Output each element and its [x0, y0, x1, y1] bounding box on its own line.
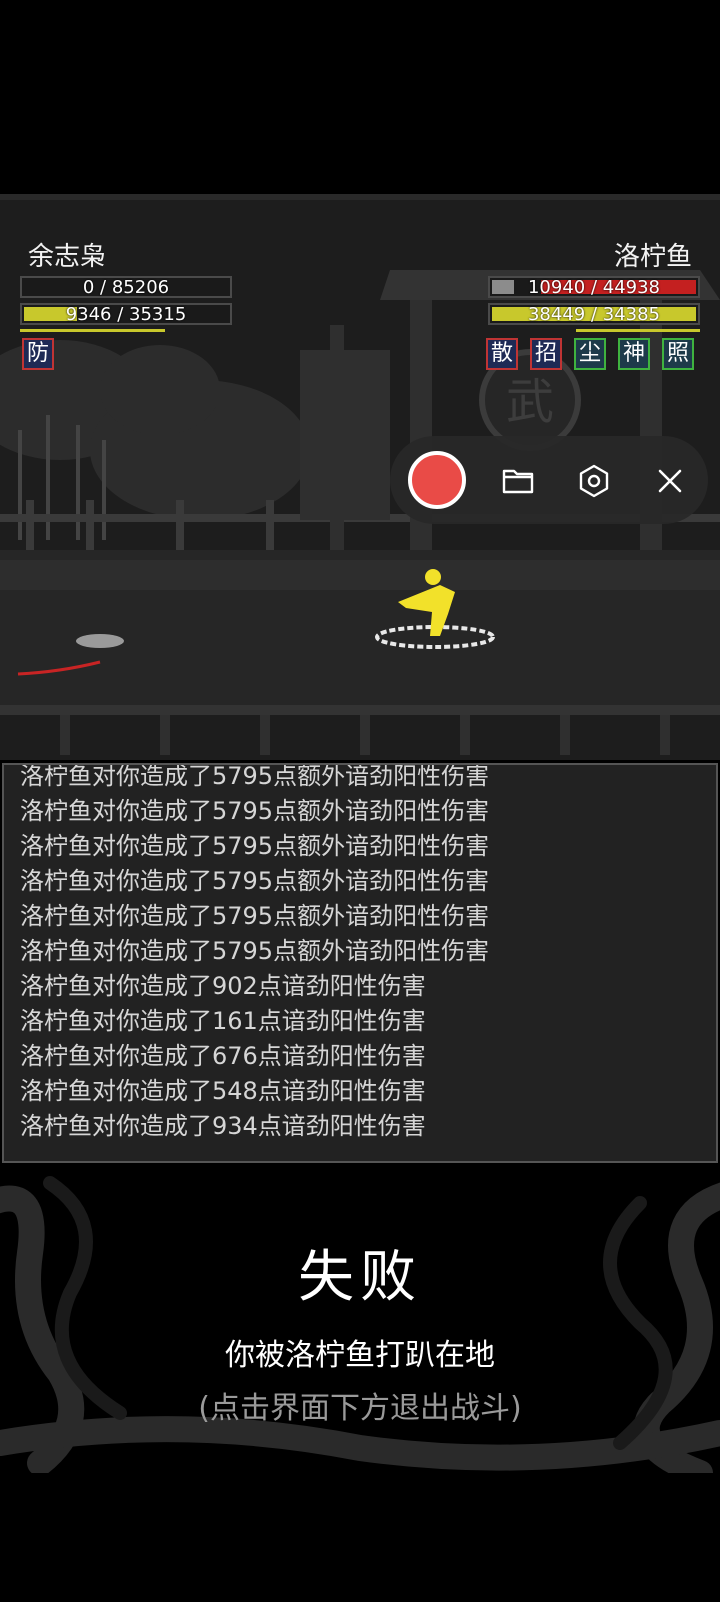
log-line: 洛柠鱼对你造成了902点谙劲阳性伤害 — [20, 972, 426, 1000]
enemy-underline — [576, 329, 700, 332]
log-line: 洛柠鱼对你造成了5795点额外谙劲阳性伤害 — [20, 937, 490, 965]
log-line: 洛柠鱼对你造成了161点谙劲阳性伤害 — [20, 1007, 426, 1035]
enemy-hp-text: 10940 / 44938 — [527, 277, 661, 298]
player-name: 余志枭 — [28, 242, 107, 272]
log-line: 洛柠鱼对你造成了5795点额外谙劲阳性伤害 — [20, 902, 490, 930]
enemy-mp-text: 38449 / 34385 — [527, 304, 661, 325]
enemy-skill-2[interactable]: 招 — [530, 338, 562, 370]
player-hp-bar: 0 / 85206 — [20, 276, 232, 298]
result-message: 你被洛柠鱼打趴在地 — [225, 1338, 495, 1373]
player-mp-text: 9346 / 35315 — [65, 304, 187, 325]
enemy-skill-3[interactable]: 尘 — [574, 338, 606, 370]
close-icon[interactable] — [650, 461, 690, 501]
log-line: 洛柠鱼对你造成了5795点额外谙劲阳性伤害 — [20, 763, 490, 790]
log-line: 洛柠鱼对你造成了548点谙劲阳性伤害 — [20, 1077, 426, 1105]
combat-log[interactable]: 洛柠鱼对你造成了5795点额外谙劲阳性伤害 洛柠鱼对你造成了5795点额外谙劲阳性… — [2, 763, 718, 1163]
player-mp-bar: 9346 / 35315 — [20, 303, 232, 325]
log-line: 洛柠鱼对你造成了5795点额外谙劲阳性伤害 — [20, 867, 490, 895]
log-line: 洛柠鱼对你造成了5795点额外谙劲阳性伤害 — [20, 797, 490, 825]
enemy-skills: 散 招 尘 神 照 — [486, 338, 694, 370]
enemy-hp-bar: 10940 / 44938 — [488, 276, 700, 298]
player-shadow — [76, 634, 124, 648]
enemy-skill-5[interactable]: 照 — [662, 338, 694, 370]
enemy-skill-4[interactable]: 神 — [618, 338, 650, 370]
log-line: 洛柠鱼对你造成了676点谙劲阳性伤害 — [20, 1042, 426, 1070]
player-hp-text: 0 / 85206 — [82, 277, 170, 298]
settings-icon[interactable] — [574, 461, 614, 501]
player-skills: 防 — [22, 338, 54, 370]
combat-log-lines: 洛柠鱼对你造成了5795点额外谙劲阳性伤害 洛柠鱼对你造成了5795点额外谙劲阳性… — [20, 763, 490, 1144]
record-icon[interactable] — [408, 451, 466, 509]
player-skill-defend[interactable]: 防 — [22, 338, 54, 370]
result-title: 失败 — [298, 1245, 422, 1310]
log-line: 洛柠鱼对你造成了5795点额外谙劲阳性伤害 — [20, 832, 490, 860]
status-bar-area — [0, 0, 720, 196]
enemy-name: 洛柠鱼 — [613, 242, 692, 272]
enemy-skill-1[interactable]: 散 — [486, 338, 518, 370]
enemy-mp-bar: 38449 / 34385 — [488, 303, 700, 325]
exit-hint[interactable]: (点击界面下方退出战斗) — [0, 1383, 720, 1427]
gate-sign-glyph: 武 — [506, 374, 554, 430]
log-line: 洛柠鱼对你造成了934点谙劲阳性伤害 — [20, 1112, 426, 1140]
folder-icon[interactable] — [498, 461, 538, 501]
player-underline — [20, 329, 165, 332]
